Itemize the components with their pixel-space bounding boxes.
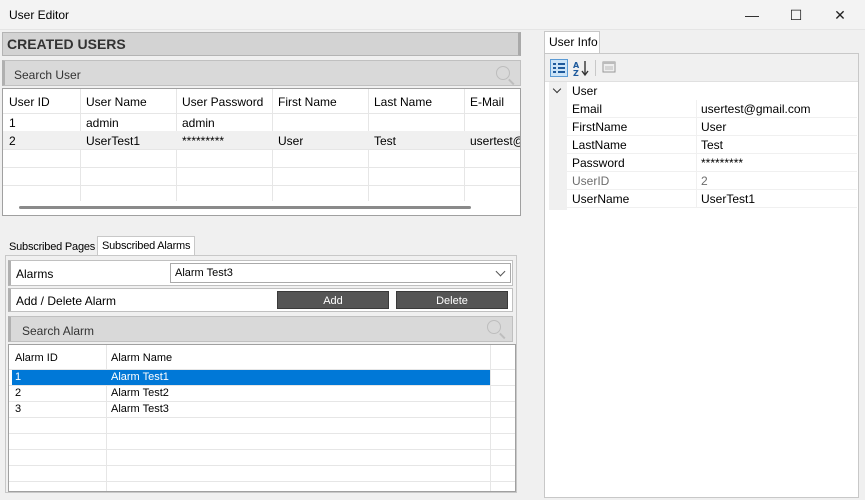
column-header-user-name[interactable]: User Name (86, 95, 147, 109)
property-row-password[interactable]: Password ********* (549, 154, 857, 172)
property-name: Password (572, 156, 625, 170)
column-header-alarm-name[interactable]: Alarm Name (111, 352, 172, 364)
table-cell[interactable]: 2 (15, 387, 21, 399)
table-cell[interactable]: UserTest1 (86, 134, 140, 148)
property-value[interactable]: UserTest1 (701, 192, 755, 206)
alarms-label: Alarms (16, 267, 54, 281)
add-delete-alarm-row: Add / Delete Alarm Add Delete (8, 288, 513, 312)
property-name: LastName (572, 138, 627, 152)
add-alarm-button[interactable]: Add (277, 291, 389, 309)
alarms-row: Alarms Alarm Test3 (8, 260, 513, 286)
property-value[interactable]: usertest@gmail.com (701, 102, 811, 116)
created-users-header: CREATED USERS (2, 32, 521, 56)
column-header-alarm-id[interactable]: Alarm ID (15, 352, 58, 364)
search-icon[interactable] (496, 66, 510, 80)
column-header-last-name[interactable]: Last Name (374, 95, 432, 109)
table-cell[interactable]: usertest@ (470, 134, 520, 148)
property-value: 2 (701, 174, 708, 188)
table-cell[interactable]: 2 (9, 134, 16, 148)
table-row-highlight (3, 131, 520, 149)
categorized-icon[interactable] (550, 59, 568, 77)
property-name: UserName (572, 192, 630, 206)
selected-row-highlight (12, 370, 490, 385)
add-delete-alarm-label: Add / Delete Alarm (16, 294, 117, 308)
table-cell[interactable]: Alarm Test1 (111, 371, 169, 383)
property-name: FirstName (572, 120, 628, 134)
chevron-down-icon[interactable] (552, 84, 562, 94)
table-cell[interactable]: Alarm Test3 (111, 403, 169, 415)
category-row-user[interactable]: User (549, 82, 857, 100)
property-name: UserID (572, 174, 610, 188)
search-icon[interactable] (487, 320, 501, 334)
table-cell[interactable]: User (278, 134, 303, 148)
users-grid[interactable]: User ID User Name User Password First Na… (2, 88, 521, 216)
maximize-button[interactable]: ☐ (773, 0, 819, 30)
column-header-first-name[interactable]: First Name (278, 95, 337, 109)
table-cell[interactable]: Alarm Test2 (111, 387, 169, 399)
table-cell[interactable]: 3 (15, 403, 21, 415)
property-row-email[interactable]: Email usertest@gmail.com (549, 100, 857, 118)
svg-text:Z: Z (573, 69, 579, 77)
table-cell[interactable]: admin (182, 116, 215, 130)
chevron-down-icon (495, 266, 506, 277)
title-bar: User Editor — ☐ ✕ (0, 0, 865, 30)
alarms-grid[interactable]: Alarm ID Alarm Name 1 Alarm Test1 2 Alar… (8, 344, 516, 492)
alarms-dropdown-value: Alarm Test3 (175, 267, 233, 279)
column-header-email[interactable]: E-Mail (470, 95, 520, 109)
table-cell[interactable]: admin (86, 116, 119, 130)
delete-alarm-button[interactable]: Delete (396, 291, 508, 309)
property-grid-toolbar: AZ (545, 54, 858, 82)
property-row-username[interactable]: UserName UserTest1 (549, 190, 857, 208)
table-cell[interactable]: 1 (15, 371, 21, 383)
property-name: Email (572, 102, 603, 116)
sort-alphabetical-icon[interactable]: AZ (572, 59, 590, 78)
window-title: User Editor (9, 8, 70, 22)
property-value[interactable]: Test (701, 138, 723, 152)
property-pages-icon[interactable] (601, 59, 619, 77)
horizontal-scrollbar[interactable] (19, 206, 471, 209)
minimize-button[interactable]: — (729, 0, 775, 30)
table-cell[interactable]: ********* (182, 134, 224, 148)
column-header-user-id[interactable]: User ID (9, 95, 50, 109)
property-row-lastname[interactable]: LastName Test (549, 136, 857, 154)
search-user-bar[interactable]: Search User (2, 60, 521, 86)
table-cell[interactable]: 1 (9, 116, 16, 130)
property-value[interactable]: ********* (701, 156, 743, 170)
property-row-firstname[interactable]: FirstName User (549, 118, 857, 136)
search-alarm-bar[interactable]: Search Alarm (8, 316, 513, 342)
alarms-dropdown[interactable]: Alarm Test3 (170, 263, 511, 283)
search-user-label: Search User (14, 68, 81, 82)
search-alarm-label: Search Alarm (22, 324, 95, 338)
table-cell[interactable]: Test (374, 134, 396, 148)
column-header-user-password[interactable]: User Password (182, 95, 263, 109)
category-label: User (572, 84, 598, 98)
tab-subscribed-alarms[interactable]: Subscribed Alarms (97, 236, 196, 255)
tab-user-info[interactable]: User Info (544, 31, 600, 53)
property-value[interactable]: User (701, 120, 726, 134)
property-row-userid[interactable]: UserID 2 (549, 172, 857, 190)
close-button[interactable]: ✕ (817, 0, 863, 30)
